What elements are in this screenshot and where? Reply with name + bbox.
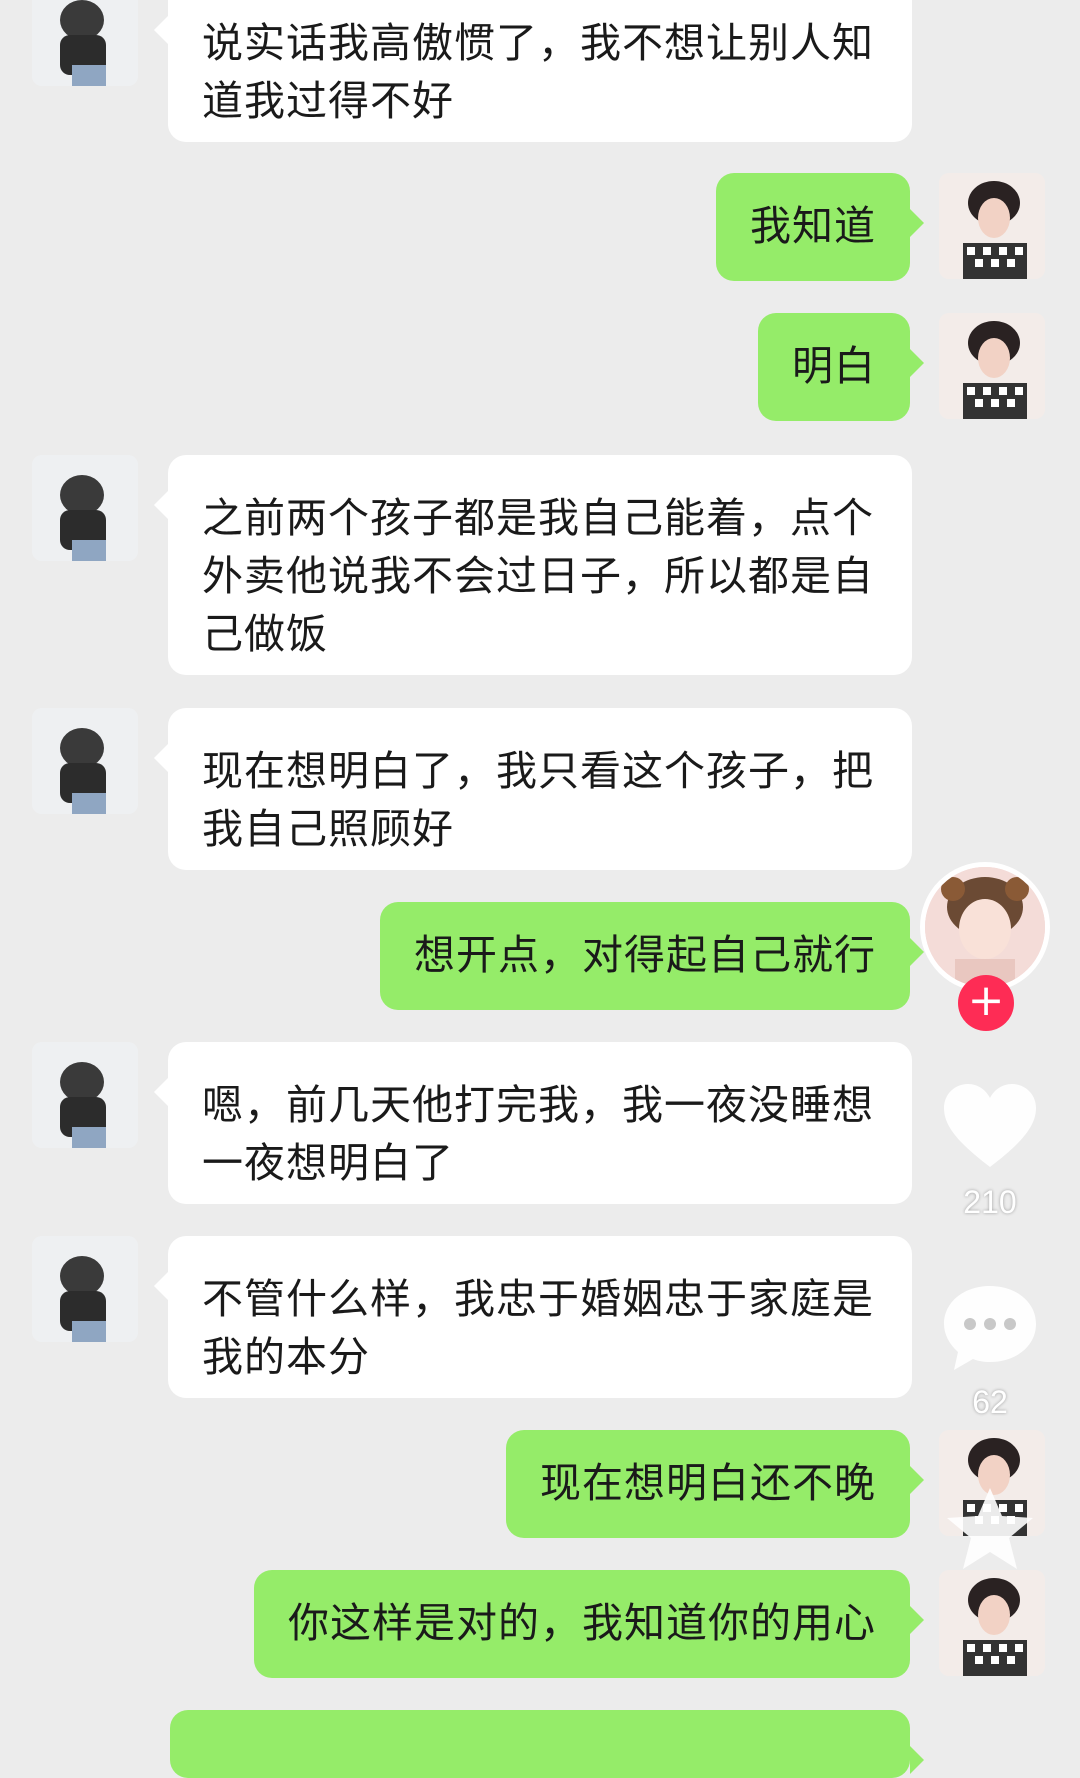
message-text: 想开点，对得起自己就行: [414, 931, 876, 979]
my-avatar[interactable]: [939, 313, 1045, 419]
contact-avatar[interactable]: [32, 455, 138, 561]
creator-avatar[interactable]: [920, 862, 1050, 992]
comment-count: 62: [972, 1384, 1008, 1420]
contact-avatar[interactable]: [32, 0, 138, 86]
message-text: 我知道: [750, 202, 876, 250]
comment-icon: [944, 1286, 1036, 1370]
message-text: 明白: [792, 342, 876, 390]
message-text: 你这样是对的，我知道你的用心: [288, 1599, 876, 1647]
message-bubble-incoming: 现在想明白了，我只看这个孩子，把我自己照顾好: [154, 708, 912, 870]
message-text: 现在想明白还不晚: [540, 1459, 876, 1507]
message-bubble-outgoing: 你这样是对的，我知道你的用心: [254, 1570, 924, 1678]
contact-avatar[interactable]: [32, 1236, 138, 1342]
like-button[interactable]: 210: [930, 1082, 1050, 1221]
my-avatar[interactable]: [939, 173, 1045, 279]
message-text: 不管什么样，我忠于婚姻忠于家庭是我的本分: [202, 1275, 874, 1381]
comment-button[interactable]: 62: [930, 1282, 1050, 1421]
message-bubble-outgoing: 我知道: [716, 173, 924, 281]
like-count: 210: [963, 1184, 1017, 1220]
contact-avatar[interactable]: [32, 708, 138, 814]
message-text: 之前两个孩子都是我自己能着，点个外卖他说我不会过日子，所以都是自己做饭: [202, 494, 874, 658]
contact-avatar[interactable]: [32, 1042, 138, 1148]
star-icon: [947, 1488, 1033, 1569]
message-bubble-outgoing: 现在想明白还不晚: [506, 1430, 924, 1538]
message-bubble-outgoing-partial: [170, 1710, 924, 1778]
message-text: 说实话我高傲惯了，我不想让别人知道我过得不好: [202, 19, 874, 125]
heart-icon: [944, 1084, 1036, 1167]
message-bubble-outgoing: 想开点，对得起自己就行: [380, 902, 924, 1010]
message-bubble-incoming: 嗯，前几天他打完我，我一夜没睡想一夜想明白了: [154, 1042, 912, 1204]
message-text: 现在想明白了，我只看这个孩子，把我自己照顾好: [202, 747, 874, 853]
message-bubble-outgoing: 明白: [758, 313, 924, 421]
message-text: 嗯，前几天他打完我，我一夜没睡想一夜想明白了: [202, 1081, 874, 1187]
my-avatar[interactable]: [939, 1570, 1045, 1676]
message-bubble-incoming: 说实话我高傲惯了，我不想让别人知道我过得不好: [154, 0, 912, 142]
message-bubble-incoming: 之前两个孩子都是我自己能着，点个外卖他说我不会过日子，所以都是自己做饭: [154, 455, 912, 675]
follow-plus-icon[interactable]: +: [958, 975, 1014, 1031]
message-bubble-incoming: 不管什么样，我忠于婚姻忠于家庭是我的本分: [154, 1236, 912, 1398]
